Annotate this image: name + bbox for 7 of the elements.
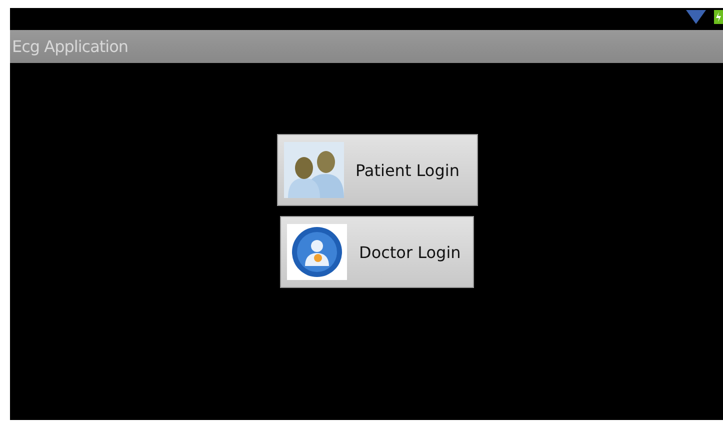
login-button[interactable]: Patient Login	[276, 134, 478, 206]
wifi-icon	[686, 10, 706, 24]
login-button[interactable]: Doctor Login	[280, 216, 474, 288]
battery-icon	[714, 10, 723, 24]
doctor-icon	[287, 224, 347, 280]
people-icon	[284, 142, 344, 198]
window-title: Ecg Application	[12, 37, 128, 56]
